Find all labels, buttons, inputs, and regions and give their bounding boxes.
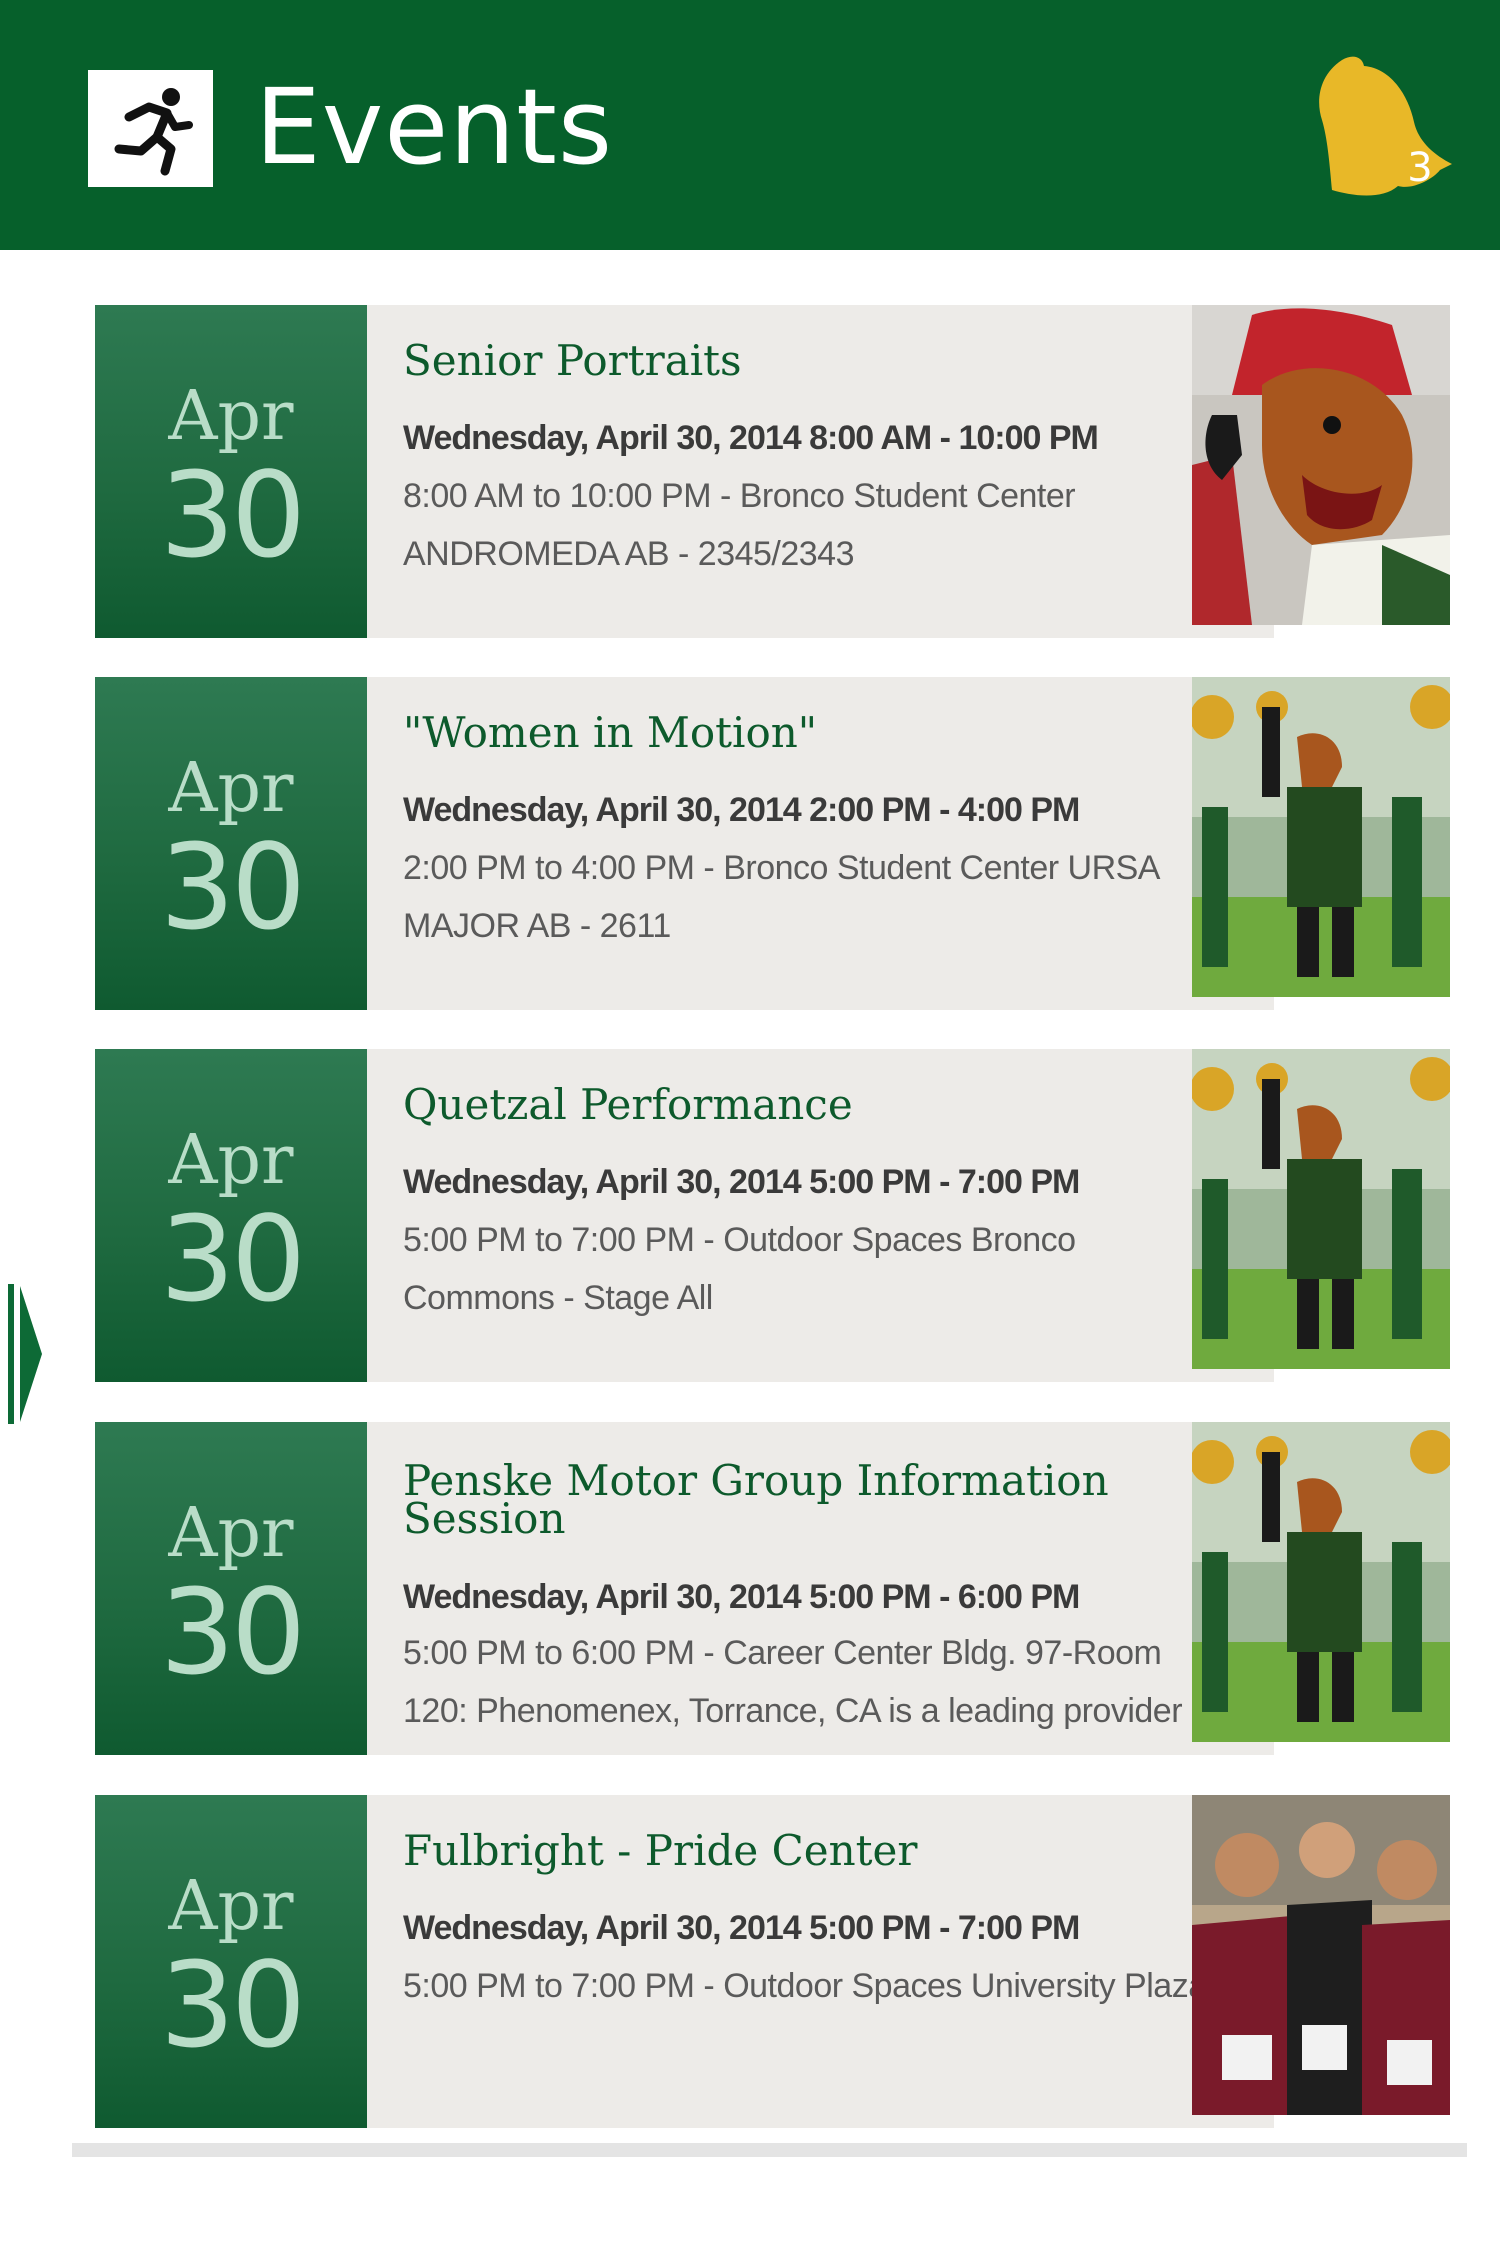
mascot-cheerleaders-photo[interactable] <box>1192 1049 1450 1369</box>
event-description: 5:00 PM to 6:00 PM - Career Center Bldg.… <box>403 1634 1183 1730</box>
event-info: Quetzal Performance Wednesday, April 30,… <box>367 1049 1274 1382</box>
event-day: 30 <box>159 446 306 584</box>
event-month: Apr <box>168 1867 294 1946</box>
event-info: "Women in Motion" Wednesday, April 30, 2… <box>367 677 1274 1010</box>
event-card[interactable]: Apr 30 "Women in Motion" Wednesday, Apri… <box>95 677 1450 1010</box>
event-day: 30 <box>159 1936 306 2074</box>
page-title: Events <box>255 66 614 188</box>
event-description: 8:00 AM to 10:00 PM - Bronco Student Cen… <box>403 477 1076 573</box>
event-info: Senior Portraits Wednesday, April 30, 20… <box>367 305 1274 638</box>
event-description: 5:00 PM to 7:00 PM - Outdoor Spaces Bron… <box>403 1221 1076 1317</box>
event-info: Penske Motor Group Information Session W… <box>367 1422 1274 1755</box>
event-info: Fulbright - Pride Center Wednesday, Apri… <box>367 1795 1274 2128</box>
event-day: 30 <box>159 818 306 956</box>
event-card[interactable]: Apr 30 Quetzal Performance Wednesday, Ap… <box>95 1049 1450 1382</box>
event-datetime: Wednesday, April 30, 2014 5:00 PM - 7:00… <box>403 1163 1080 1201</box>
app-header: Events 3 <box>0 0 1500 250</box>
mascot-cheerleaders-photo[interactable] <box>1192 1422 1450 1742</box>
event-day: 30 <box>159 1563 306 1701</box>
header-divider <box>0 250 1470 260</box>
event-datetime: Wednesday, April 30, 2014 8:00 AM - 10:0… <box>403 419 1099 457</box>
event-title[interactable]: Fulbright - Pride Center <box>403 1830 1233 1872</box>
event-month: Apr <box>168 749 294 828</box>
running-person-icon[interactable] <box>88 70 213 187</box>
event-card[interactable]: Apr 30 Penske Motor Group Information Se… <box>95 1422 1450 1755</box>
side-drawer-arrow-icon[interactable] <box>8 1282 48 1427</box>
list-footer-bar <box>72 2143 1467 2157</box>
event-month: Apr <box>168 1494 294 1573</box>
notification-count: 3 <box>1407 145 1433 191</box>
event-datetime: Wednesday, April 30, 2014 2:00 PM - 4:00… <box>403 791 1080 829</box>
event-date-box: Apr 30 <box>95 1795 367 2128</box>
mascot-cheerleaders-photo[interactable] <box>1192 677 1450 997</box>
event-description: 2:00 PM to 4:00 PM - Bronco Student Cent… <box>403 849 1159 945</box>
event-month: Apr <box>168 1121 294 1200</box>
event-date-box: Apr 30 <box>95 1422 367 1755</box>
event-card[interactable]: Apr 30 Fulbright - Pride Center Wednesda… <box>95 1795 1450 2128</box>
event-date-box: Apr 30 <box>95 677 367 1010</box>
mascot-closeup-photo[interactable] <box>1192 305 1450 625</box>
event-card[interactable]: Apr 30 Senior Portraits Wednesday, April… <box>95 305 1450 638</box>
event-date-box: Apr 30 <box>95 305 367 638</box>
event-description: 5:00 PM to 7:00 PM - Outdoor Spaces Univ… <box>403 1967 1207 2005</box>
runners-photo[interactable] <box>1192 1795 1450 2115</box>
event-datetime: Wednesday, April 30, 2014 5:00 PM - 6:00… <box>403 1578 1080 1616</box>
event-title[interactable]: "Women in Motion" <box>403 712 1233 754</box>
event-month: Apr <box>168 377 294 456</box>
event-title[interactable]: Senior Portraits <box>403 340 1233 382</box>
event-date-box: Apr 30 <box>95 1049 367 1382</box>
event-day: 30 <box>159 1190 306 1328</box>
event-title[interactable]: Quetzal Performance <box>403 1084 1233 1126</box>
event-datetime: Wednesday, April 30, 2014 5:00 PM - 7:00… <box>403 1909 1080 1947</box>
event-title[interactable]: Penske Motor Group Information Session <box>403 1460 1233 1540</box>
